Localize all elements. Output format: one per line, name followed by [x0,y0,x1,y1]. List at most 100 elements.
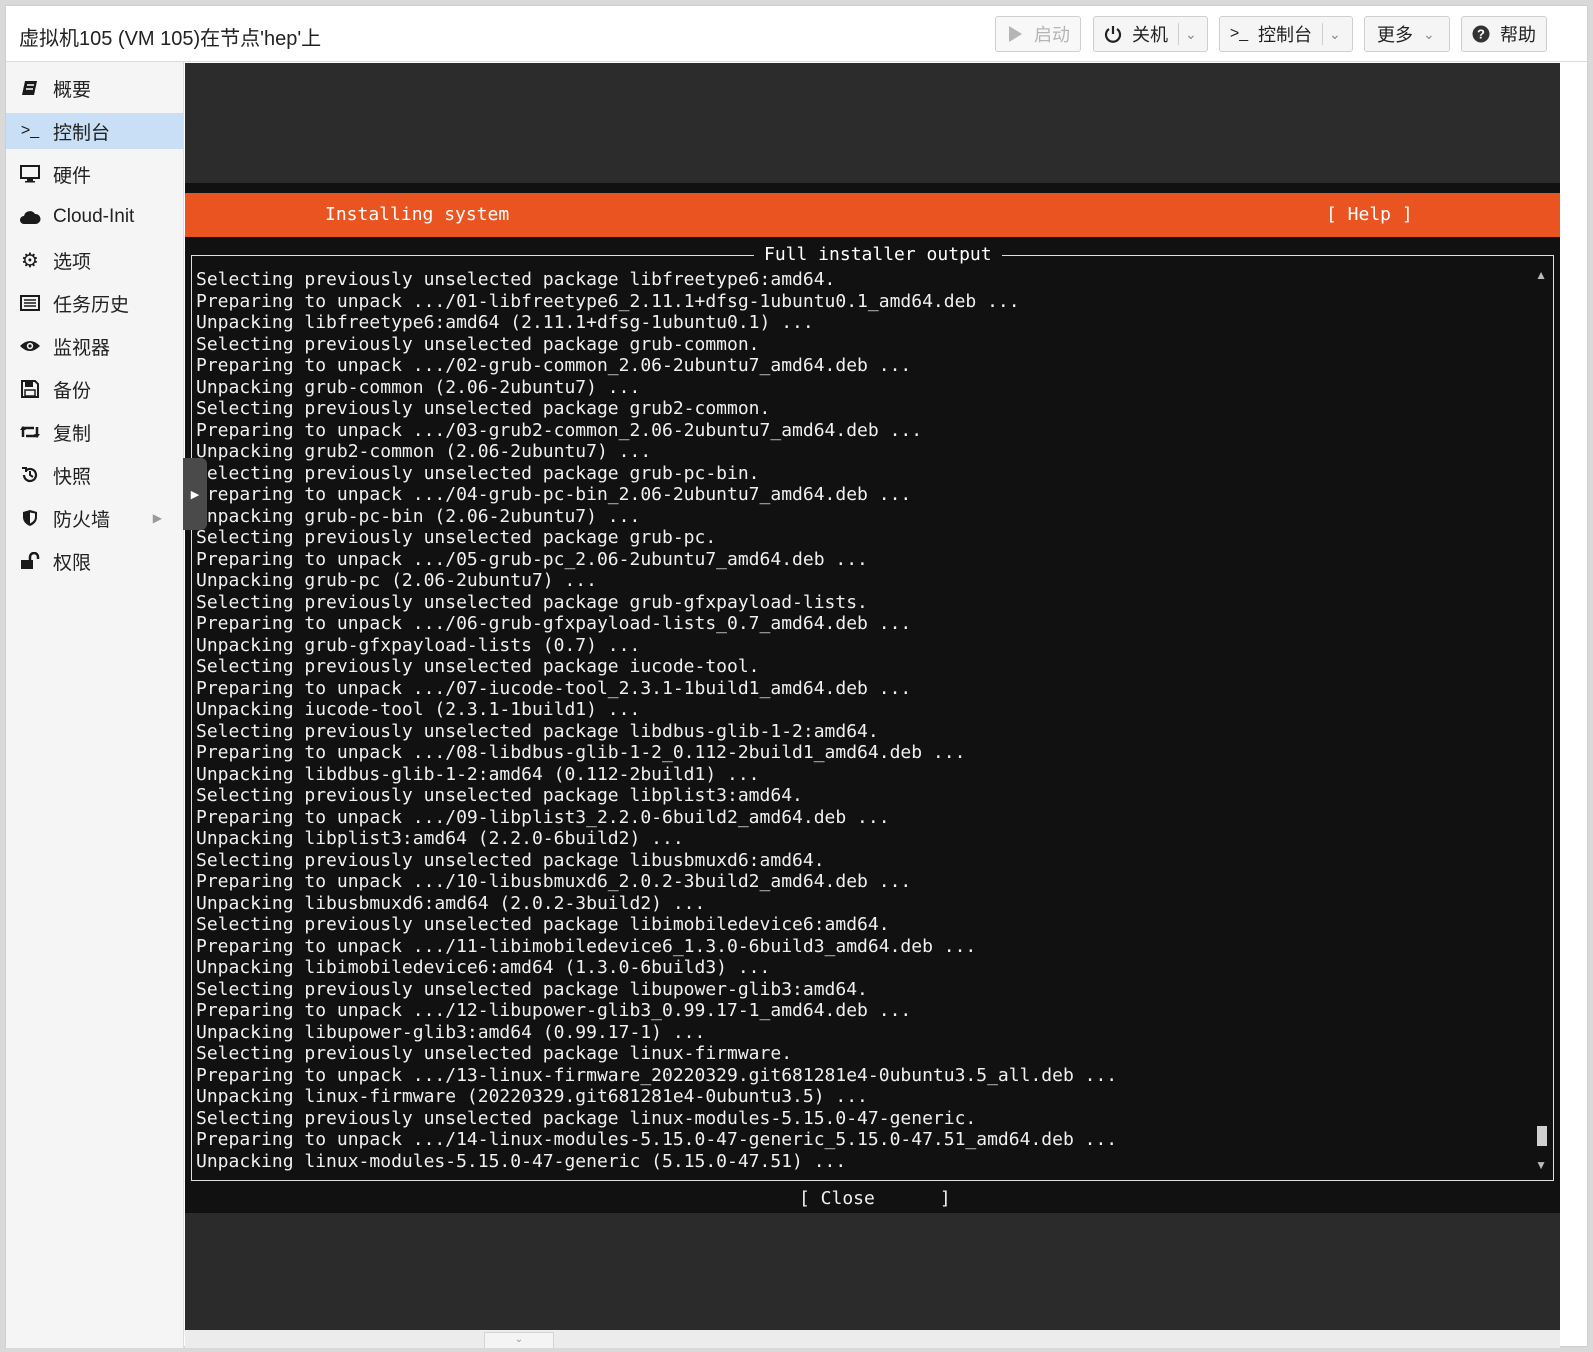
sidebar-item-hardware[interactable]: 硬件 [6,156,184,192]
log-line: Selecting previously unselected package … [196,1043,793,1064]
console-button[interactable]: >_ 控制台 ⌄ [1219,16,1353,52]
sidebar-item-replication[interactable]: 复制 [6,414,184,450]
log-line: Selecting previously unselected package … [196,914,890,935]
close-button[interactable]: [ Close ] [799,1188,951,1209]
help-button-label: 帮助 [1500,25,1536,45]
floppy-icon [19,380,41,398]
chevron-down-icon[interactable]: ⌄ [1185,26,1197,43]
more-button[interactable]: 更多 ⌄ [1364,16,1450,52]
sidebar-item-task-history[interactable]: 任务历史 [6,285,184,321]
frame-title: Full installer output [754,244,1002,265]
shutdown-button[interactable]: 关机 ⌄ [1093,16,1208,52]
log-line: Preparing to unpack .../01-libfreetype6_… [196,290,1020,312]
log-line: Selecting previously unselected package … [196,591,868,613]
log-line: Unpacking libplist3:amd64 (2.2.0-6build2… [196,828,684,849]
question-circle-icon: ? [1470,25,1492,43]
installer-title: Installing system [325,204,510,225]
console-viewport[interactable]: Installing system [ Help ] Full installe… [183,63,1560,1330]
sidebar-item-options[interactable]: ⚙ 选项 [6,242,184,278]
shield-icon [19,509,41,527]
divider [1322,23,1323,45]
gear-icon: ⚙ [21,249,39,272]
sidebar-item-label: 任务历史 [53,294,130,316]
log-line: Selecting previously unselected package … [196,269,836,290]
log-line: Preparing to unpack .../11-libimobiledev… [196,935,977,957]
novnc-sidebar-toggle[interactable]: ▶ [183,458,207,530]
log-line: Preparing to unpack .../07-iucode-tool_2… [196,677,912,699]
list-icon [19,295,41,311]
log-line: Unpacking libimobiledevice6:amd64 (1.3.0… [196,957,771,978]
log-line: Selecting previously unselected package … [196,333,760,355]
log-line: Selecting previously unselected package … [196,720,879,742]
book-icon [19,79,41,97]
terminal-screen[interactable]: Installing system [ Help ] Full installe… [185,183,1560,1213]
sidebar-item-label: 硬件 [53,165,92,187]
log-line: Preparing to unpack .../10-libusbmuxd6_2… [196,871,912,892]
log-line: Unpacking libfreetype6:amd64 (2.11.1+dfs… [196,312,814,333]
titlebar: 虚拟机105 (VM 105)在节点'hep'上 启动 关机 ⌄ >_ 控制台 … [6,6,1587,62]
svg-text:?: ? [1477,27,1485,42]
sidebar-item-label: 复制 [53,423,92,445]
log-line: Unpacking libusbmuxd6:amd64 (2.0.2-3buil… [196,892,706,914]
log-line: Unpacking libupower-glib3:amd64 (0.99.17… [196,1021,706,1043]
log-line: Selecting previously unselected package … [196,527,717,548]
installer-header: Installing system [ Help ] [185,193,1560,237]
sidebar-item-label: 防火墙 [53,509,111,531]
log-line: Selecting previously unselected package … [196,1107,977,1129]
sidebar-item-permissions[interactable]: 权限 [6,543,184,579]
chevron-right-icon: ▶ [190,488,200,501]
sidebar-item-summary[interactable]: 概要 [6,70,184,106]
help-link[interactable]: [ Help ] [1326,204,1413,225]
more-button-label: 更多 [1377,25,1413,45]
log-line: Selecting previously unselected package … [196,978,868,1000]
log-line: Unpacking linux-firmware (20220329.git68… [196,1086,868,1107]
log-line: Unpacking grub-pc-bin (2.06-2ubuntu7) ..… [196,505,641,527]
scrollbar-thumb[interactable] [1537,1126,1547,1146]
monitor-icon [19,165,41,183]
unlock-icon [19,552,41,570]
log-line: Selecting previously unselected package … [196,849,825,871]
log-line: Preparing to unpack .../13-linux-firmwar… [196,1064,1118,1086]
log-line: Unpacking libdbus-glib-1-2:amd64 (0.112-… [196,763,760,785]
chevron-down-icon[interactable]: ⌄ [1329,26,1341,43]
log-line: Preparing to unpack .../09-libplist3_2.2… [196,806,890,828]
log-line: Preparing to unpack .../03-grub2-common_… [196,419,923,441]
log-line: Preparing to unpack .../05-grub-pc_2.06-… [196,548,868,570]
installer-output-frame: Full installer output Selecting previous… [191,244,1554,1181]
log-line: Selecting previously unselected package … [196,462,760,484]
sidebar-item-label: 快照 [53,466,92,488]
log-line: Preparing to unpack .../08-libdbus-glib-… [196,742,966,763]
scroll-up-icon[interactable]: ▲ [1535,268,1547,282]
log-line: Unpacking grub-pc (2.06-2ubuntu7) ... [196,570,597,591]
help-button[interactable]: ? 帮助 [1461,16,1547,52]
sidebar-item-backup[interactable]: 备份 [6,371,184,407]
log-line: Unpacking grub-gfxpayload-lists (0.7) ..… [196,634,641,656]
sidebar-item-snapshot[interactable]: 快照 [6,457,184,493]
chevron-right-icon[interactable]: ▶ [153,511,162,525]
eye-icon [19,339,41,353]
log-line: Unpacking grub2-common (2.06-2ubuntu7) .… [196,441,652,462]
terminal-icon: >_ [1229,25,1249,42]
console-background [185,63,1560,183]
power-icon [1102,25,1124,43]
panel-resize-handle[interactable]: ⌄ [484,1332,554,1348]
sidebar-item-firewall[interactable]: 防火墙 ▶ [6,500,184,536]
start-button[interactable]: 启动 [995,16,1081,52]
vm-window: 虚拟机105 (VM 105)在节点'hep'上 启动 关机 ⌄ >_ 控制台 … [5,5,1588,1348]
sidebar-item-monitor[interactable]: 监视器 [6,328,184,364]
page-title: 虚拟机105 (VM 105)在节点'hep'上 [19,28,322,50]
scroll-down-icon[interactable]: ▼ [1535,1158,1547,1172]
divider [1178,23,1179,45]
sidebar-item-cloud-init[interactable]: Cloud-Init [6,199,184,235]
terminal-icon: >_ [20,122,40,139]
log-line: Selecting previously unselected package … [196,785,803,806]
page-scrollbar[interactable] [1563,63,1587,1330]
chevron-down-icon: ⌄ [1423,25,1435,42]
console-button-label: 控制台 [1258,25,1312,45]
history-icon [19,466,41,484]
sidebar-item-console[interactable]: >_ 控制台 [6,113,184,149]
cloud-icon [19,209,41,225]
retweet-icon [19,424,41,440]
bottom-panel [185,1330,1560,1348]
log-line: Preparing to unpack .../06-grub-gfxpaylo… [196,613,912,634]
